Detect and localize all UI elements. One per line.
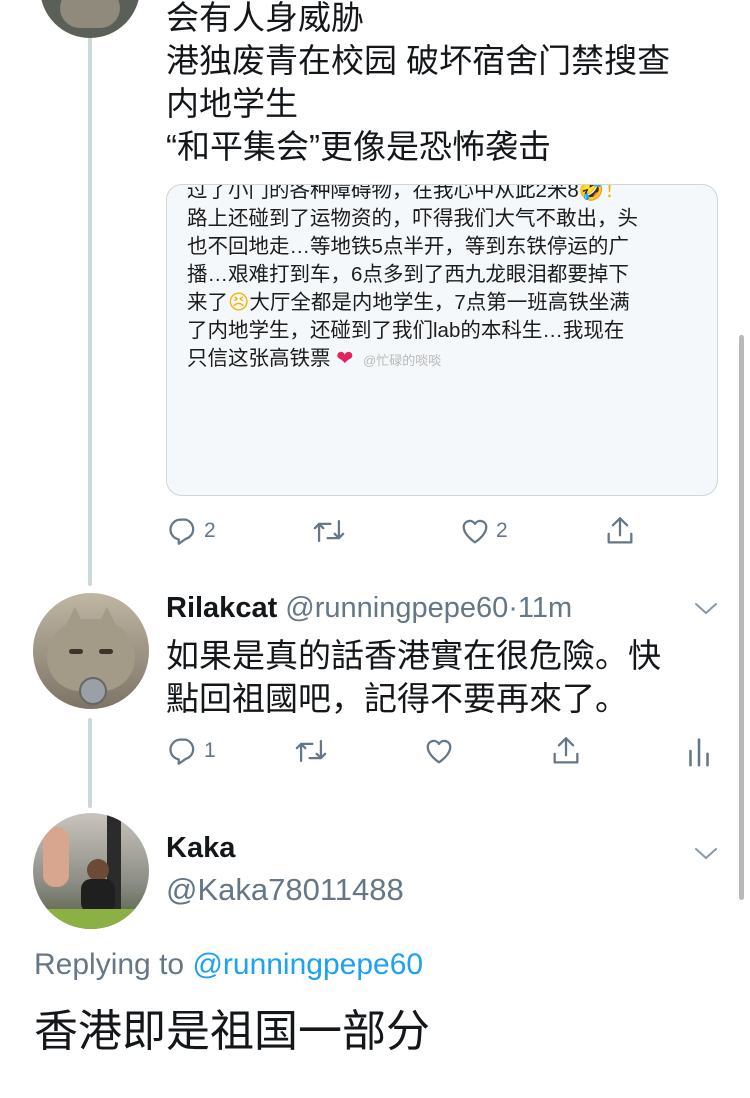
user-handle[interactable]: @runningpepe60: [285, 592, 508, 624]
avatar-kaka[interactable]: [33, 813, 149, 929]
like-button[interactable]: [422, 734, 456, 768]
share-icon: [607, 517, 633, 544]
tweet-menu-button[interactable]: [692, 598, 720, 623]
reply-count: 1: [204, 739, 216, 762]
embed-line: 路上还碰到了运物资的，吓得我们大气不敢出，头: [187, 207, 638, 230]
avatar-rilakcat[interactable]: [33, 593, 149, 709]
tweet-line: 会有人身威胁: [166, 0, 364, 36]
replying-to: Replying to @runningpepe60: [34, 948, 423, 982]
embedded-image-text: 过了小门的各种障碍物，在我心中从此2米8🤣！ 路上还碰到了运物资的，吓得我们大气…: [187, 184, 707, 375]
tweet-body: 如果是真的話香港實在很危險。快 點回祖國吧，記得不要再來了。: [166, 634, 726, 720]
share-button[interactable]: [549, 734, 583, 768]
sad-emoji-icon: 😣: [228, 291, 250, 314]
embed-line: 了内地学生，还碰到了我们lab的本科生…我现在: [187, 319, 625, 342]
embed-line: 大厅全都是内地学生，7点第一班高铁坐满: [249, 291, 630, 314]
like-icon: [462, 519, 488, 544]
tweet-actions: 2 2: [0, 514, 750, 554]
embed-line: 只信这张高铁票: [187, 347, 331, 370]
tweet-body: 香港即是祖国一部分: [34, 1007, 430, 1056]
heart-emoji-icon: ❤: [336, 347, 354, 370]
laugh-emoji-icon: 🤣！: [578, 184, 625, 202]
reply-button[interactable]: 1: [166, 734, 216, 768]
reply-icon: [169, 518, 195, 545]
separator-dot: ·: [508, 592, 518, 624]
analytics-button[interactable]: [686, 734, 712, 768]
tweet-menu-button[interactable]: [692, 843, 720, 868]
handle-row: @Kaka78011488: [166, 872, 404, 908]
tweet-body: 会有人身威胁 港独废青在校园 破坏宿舍门禁搜查 内地学生 “和平集会”更像是恐怖…: [166, 0, 726, 168]
tweet-header: Kaka: [166, 830, 235, 866]
weibo-watermark: @忙碌的啖啖: [363, 353, 442, 368]
tweet-line: 如果是真的話香港實在很危險。快: [166, 637, 661, 674]
retweet-icon: [313, 519, 345, 543]
like-icon: [426, 739, 452, 764]
tweet-actions: 1: [0, 734, 750, 774]
retweet-button[interactable]: [310, 514, 348, 548]
tweet-header: Rilakcat @runningpepe60·11m: [166, 590, 572, 626]
tweet-line: 港独废青在校园 破坏宿舍门禁搜查: [166, 42, 671, 79]
embedded-image[interactable]: 过了小门的各种障碍物，在我心中从此2米8🤣！ 路上还碰到了运物资的，吓得我们大气…: [166, 184, 718, 496]
display-name[interactable]: Kaka: [166, 832, 235, 864]
thread-line-top: [88, 0, 92, 586]
replying-to-label: Replying to: [34, 948, 193, 981]
like-button[interactable]: 2: [458, 514, 508, 548]
like-count: 2: [496, 519, 508, 542]
embed-line: 播…艰难打到车，6点多到了西九龙眼泪都要掉下: [187, 263, 629, 286]
reply-button[interactable]: 2: [166, 514, 216, 548]
reply-icon: [169, 738, 195, 765]
scrollbar[interactable]: [739, 335, 744, 900]
chevron-down-icon: [695, 848, 717, 860]
share-icon: [553, 737, 579, 764]
chevron-down-icon: [695, 603, 717, 615]
retweet-button[interactable]: [292, 734, 330, 768]
avatar-previous-user[interactable]: [40, 0, 140, 38]
embed-line: 也不回地走…等地铁5点半开，等到东铁停运的广: [187, 235, 629, 258]
tweet-line: 點回祖國吧，記得不要再來了。: [166, 680, 628, 717]
display-name[interactable]: Rilakcat: [166, 592, 277, 624]
embed-line: 来了: [187, 291, 228, 314]
timestamp[interactable]: 11m: [518, 592, 572, 624]
replying-to-link[interactable]: @runningpepe60: [192, 948, 423, 981]
analytics-icon: [689, 738, 709, 767]
tweet-line: “和平集会”更像是恐怖袭击: [166, 128, 551, 165]
user-handle[interactable]: @Kaka78011488: [166, 872, 404, 907]
reply-count: 2: [204, 519, 216, 542]
tweet-line: 内地学生: [166, 85, 298, 122]
share-button[interactable]: [603, 514, 637, 548]
retweet-icon: [295, 739, 327, 763]
embed-line: 过了小门的各种障碍物，在我心中从此2米8: [187, 184, 579, 202]
